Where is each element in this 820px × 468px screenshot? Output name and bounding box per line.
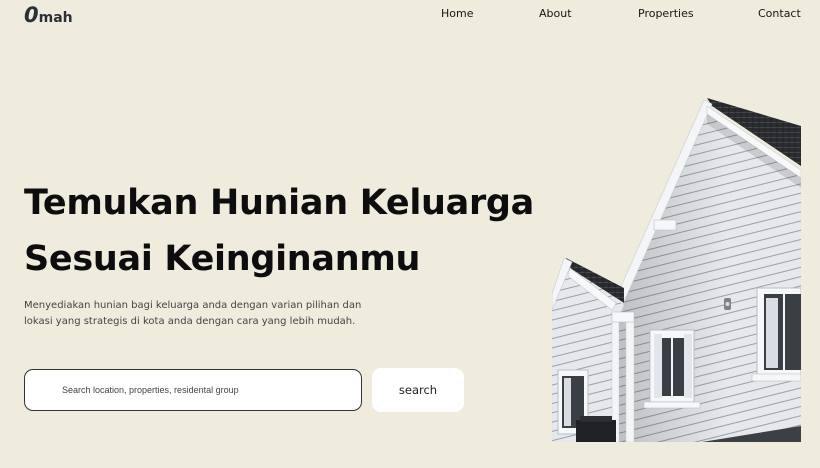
- hero-title-line-2: Sesuai Keinginanmu: [24, 239, 421, 279]
- logo-mark: 0: [24, 3, 39, 27]
- hero-subtitle: Menyediakan hunian bagi keluarga anda de…: [24, 298, 404, 330]
- logo[interactable]: 0 mah: [24, 3, 73, 27]
- nav-about[interactable]: About: [539, 7, 572, 20]
- nav-home[interactable]: Home: [441, 7, 473, 20]
- nav-properties[interactable]: Properties: [638, 7, 694, 20]
- hero-subtitle-line-2: lokasi yang strategis di kota anda denga…: [24, 316, 356, 327]
- nav-contact[interactable]: Contact: [758, 7, 801, 20]
- hero-title-line-1: Temukan Hunian Keluarga: [24, 183, 534, 223]
- logo-text: mah: [38, 10, 73, 26]
- hero-title: Temukan Hunian Keluarga Sesuai Keinginan…: [24, 175, 564, 287]
- hero-subtitle-line-1: Menyediakan hunian bagi keluarga anda de…: [24, 300, 362, 311]
- search-box: [24, 369, 362, 411]
- house-image: [552, 98, 801, 442]
- search-input[interactable]: [25, 370, 361, 410]
- search-button[interactable]: search: [372, 368, 464, 412]
